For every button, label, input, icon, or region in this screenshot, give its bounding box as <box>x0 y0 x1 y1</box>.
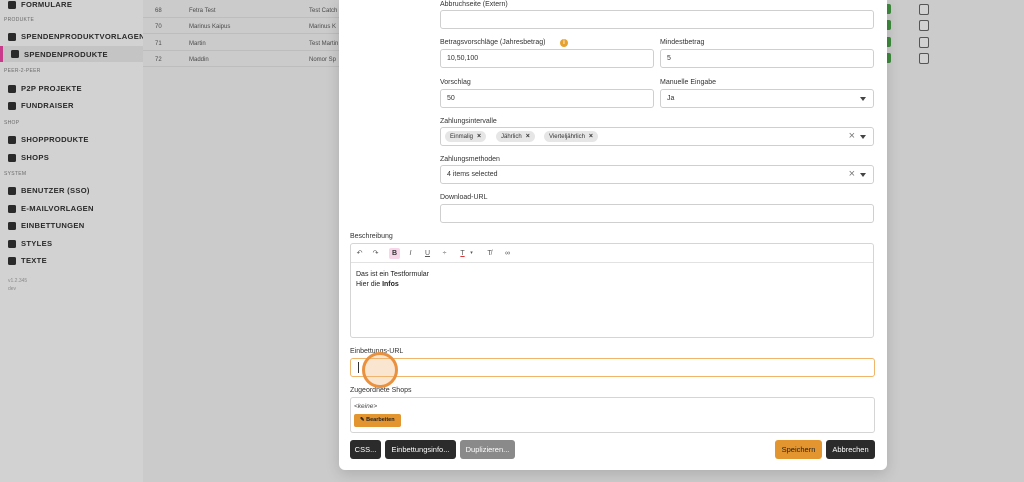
clear-icon[interactable]: × <box>849 166 855 183</box>
chip-vierteljaehrlich[interactable]: Vierteljährlich × <box>544 131 598 142</box>
sidebar-item-p2p-projekte[interactable]: P2P PROJEKTE <box>8 84 82 93</box>
sidebar-item-spendenproduktvorlagen[interactable]: SPENDENPRODUKTVORLAGEN <box>8 32 145 41</box>
redo-icon[interactable]: ↷ <box>370 248 381 259</box>
undo-icon[interactable]: ↶ <box>354 248 365 259</box>
strikethrough-icon[interactable]: ÷ <box>439 248 450 259</box>
list-icon <box>8 0 16 9</box>
sidebar: FORMULARE PRODUKTE SPENDENPRODUKTVORLAGE… <box>0 0 145 482</box>
underline-icon[interactable]: U <box>422 248 433 259</box>
download-label: Download-URL <box>440 194 488 201</box>
sidebar-item-fundraiser[interactable]: FUNDRAISER <box>8 101 74 110</box>
css-button[interactable]: CSS... <box>350 440 381 459</box>
document-icon[interactable] <box>919 37 929 48</box>
rich-text-editor[interactable]: ↶ ↷ B I U ÷ T ▾ T̸ ∞ Das ist ein Testfor… <box>350 243 874 338</box>
beschreibung-label: Beschreibung <box>350 233 393 240</box>
save-button[interactable]: Speichern <box>775 440 822 459</box>
manuell-label: Manuelle Eingabe <box>660 79 717 86</box>
table-row[interactable]: 70 Marinus Kaipus Marinus K <box>143 20 339 34</box>
clear-icon[interactable]: × <box>849 128 855 145</box>
bold-icon[interactable]: B <box>389 248 400 259</box>
methoden-label: Zahlungsmethoden <box>440 156 500 163</box>
cancel-button[interactable]: Abbrechen <box>826 440 875 459</box>
chevron-down-icon <box>860 173 866 177</box>
intervalle-multiselect[interactable]: Einmalig × Jährlich × Vierteljährlich × × <box>440 127 874 146</box>
link-icon[interactable]: ∞ <box>502 248 513 259</box>
manuell-select[interactable]: Ja <box>660 89 874 108</box>
chip-einmalig[interactable]: Einmalig × <box>445 131 487 142</box>
mail-icon <box>8 204 16 213</box>
clear-format-icon[interactable]: T̸ <box>484 248 495 259</box>
vorschlag-label: Vorschlag <box>440 79 471 86</box>
text-icon <box>8 256 16 265</box>
einbettungsinfo-button[interactable]: Einbettungsinfo... <box>385 440 456 459</box>
text-caret <box>358 362 359 373</box>
duplizieren-button[interactable]: Duplizieren... <box>460 440 515 459</box>
abbruch-input[interactable] <box>440 10 874 29</box>
table-row[interactable]: 68 Fetra Test Test Catch <box>143 4 339 18</box>
chevron-down-icon <box>860 97 866 101</box>
table-row[interactable]: 72 Maddin Nomor Sp <box>143 53 339 67</box>
group-icon <box>8 101 16 110</box>
chevron-down-icon[interactable]: ▾ <box>466 248 477 259</box>
mindest-input[interactable]: 5 <box>660 49 874 68</box>
einbettung-url-input[interactable] <box>350 358 875 377</box>
box-icon <box>11 50 19 58</box>
store-icon <box>8 153 16 162</box>
sidebar-item-styles[interactable]: STYLES <box>8 239 52 248</box>
table-row[interactable]: 71 Martin Test Martin <box>143 37 339 51</box>
app-version: v1.2.345 <box>8 278 28 284</box>
shops-empty-text: <keine> <box>354 403 378 410</box>
edit-form-modal: Abbruchseite (Extern) Betragsvorschläge … <box>339 0 887 470</box>
shops-box: <keine> ✎ Bearbeiten <box>350 397 875 433</box>
vorschlag-input[interactable]: 50 <box>440 89 654 108</box>
remove-chip-icon[interactable]: × <box>589 133 593 140</box>
abbruch-label: Abbruchseite (Extern) <box>440 1 508 8</box>
info-icon[interactable]: i <box>560 39 568 47</box>
brush-icon <box>8 239 16 248</box>
sidebar-item-shopprodukte[interactable]: SHOPPRODUKTE <box>8 135 89 144</box>
chip-jaehrlich[interactable]: Jährlich × <box>496 131 535 142</box>
chevron-down-icon <box>860 135 866 139</box>
sidebar-item-shops[interactable]: SHOPS <box>8 153 49 162</box>
remove-chip-icon[interactable]: × <box>526 133 530 140</box>
sidebar-item-einbettungen[interactable]: EINBETTUNGEN <box>8 221 85 230</box>
intervalle-label: Zahlungsintervalle <box>440 118 497 125</box>
sidebar-section-system: SYSTEM <box>4 171 27 177</box>
document-icon[interactable] <box>919 20 929 31</box>
edit-shops-button[interactable]: ✎ Bearbeiten <box>354 414 401 427</box>
document-icon <box>8 32 16 41</box>
mindest-label: Mindestbetrag <box>660 39 705 46</box>
sidebar-item-emailvorlagen[interactable]: E-MAILVORLAGEN <box>8 204 94 213</box>
shops-label: Zugeordnete Shops <box>350 387 412 394</box>
cart-icon <box>8 135 16 144</box>
betrag-input[interactable]: 10,50,100 <box>440 49 654 68</box>
editor-content[interactable]: Das ist ein Testformular Hier die Infos <box>356 270 429 290</box>
sidebar-item-spendenprodukte[interactable]: SPENDENPRODUKTE <box>0 46 143 62</box>
click-indicator <box>362 352 398 388</box>
users-icon <box>8 84 16 93</box>
document-icon[interactable] <box>919 4 929 15</box>
betrag-label: Betragsvorschläge (Jahresbetrag) <box>440 39 546 46</box>
remove-chip-icon[interactable]: × <box>477 133 481 140</box>
sidebar-item-benutzer[interactable]: BENUTZER (SSO) <box>8 186 90 195</box>
sidebar-section-produkte: PRODUKTE <box>4 17 35 23</box>
share-icon <box>8 221 16 230</box>
methoden-multiselect[interactable]: 4 items selected × <box>440 165 874 184</box>
editor-toolbar: ↶ ↷ B I U ÷ T ▾ T̸ ∞ <box>351 244 873 263</box>
sidebar-item-texte[interactable]: TEXTE <box>8 256 47 265</box>
app-version-sub: dev <box>8 286 17 292</box>
user-icon <box>8 186 16 195</box>
sidebar-section-shop: SHOP <box>4 120 20 126</box>
download-input[interactable] <box>440 204 874 223</box>
sidebar-section-p2p: PEER-2-PEER <box>4 68 41 74</box>
document-icon[interactable] <box>919 53 929 64</box>
sidebar-item-formulare[interactable]: FORMULARE <box>8 0 72 9</box>
italic-icon[interactable]: I <box>405 248 416 259</box>
